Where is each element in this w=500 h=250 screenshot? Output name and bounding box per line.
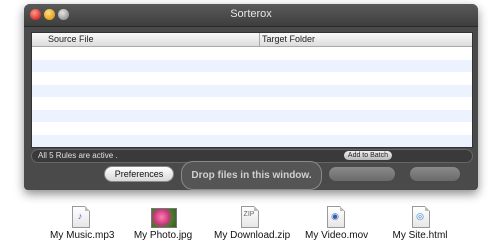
table-header: Source File Target Folder xyxy=(32,33,472,47)
photo-file-icon xyxy=(151,206,177,228)
file-my-video[interactable]: ◉ My Video.mov xyxy=(305,206,369,241)
window-title: Sorterox xyxy=(230,8,272,20)
file-my-site[interactable]: ◎ My Site.html xyxy=(390,206,450,241)
movie-file-icon: ◉ xyxy=(326,206,345,228)
table-row[interactable] xyxy=(32,122,472,135)
app-window: Sorterox Source File Target Folder All 5… xyxy=(24,4,478,190)
file-label: My Site.html xyxy=(392,230,448,241)
zip-file-icon: ZIP xyxy=(240,206,259,228)
table-row[interactable] xyxy=(32,84,472,97)
preferences-button[interactable]: Preferences xyxy=(104,166,174,182)
table-row[interactable] xyxy=(32,47,472,60)
disabled-button xyxy=(410,167,460,181)
column-header-source-file[interactable]: Source File xyxy=(48,34,94,44)
file-label: My Music.mp3 xyxy=(50,230,115,241)
column-divider[interactable] xyxy=(259,33,260,46)
file-label: My Download.zip xyxy=(214,230,291,241)
table-row[interactable] xyxy=(32,109,472,122)
rules-table[interactable]: Source File Target Folder xyxy=(31,32,473,148)
column-header-target-folder[interactable]: Target Folder xyxy=(262,34,315,44)
html-file-icon: ◎ xyxy=(411,206,430,228)
file-my-download[interactable]: ZIP My Download.zip xyxy=(214,206,291,241)
file-label: My Video.mov xyxy=(305,230,369,241)
desktop-files: ♪ My Music.mp3 My Photo.jpg ZIP My Downl… xyxy=(0,206,500,250)
table-row[interactable] xyxy=(32,59,472,72)
table-row[interactable] xyxy=(32,97,472,110)
file-my-music[interactable]: ♪ My Music.mp3 xyxy=(50,206,115,241)
table-row[interactable] xyxy=(32,72,472,85)
table-row[interactable] xyxy=(32,134,472,147)
add-to-batch-button[interactable]: Add to Batch xyxy=(343,151,392,160)
file-my-photo[interactable]: My Photo.jpg xyxy=(133,206,193,241)
disabled-button xyxy=(329,167,395,181)
drop-zone[interactable]: Drop files in this window. xyxy=(181,161,322,190)
file-label: My Photo.jpg xyxy=(133,230,193,241)
rules-status-text: All 5 Rules are active . xyxy=(38,151,118,160)
title-bar[interactable]: Sorterox xyxy=(24,4,478,27)
mp3-file-icon: ♪ xyxy=(71,206,90,228)
